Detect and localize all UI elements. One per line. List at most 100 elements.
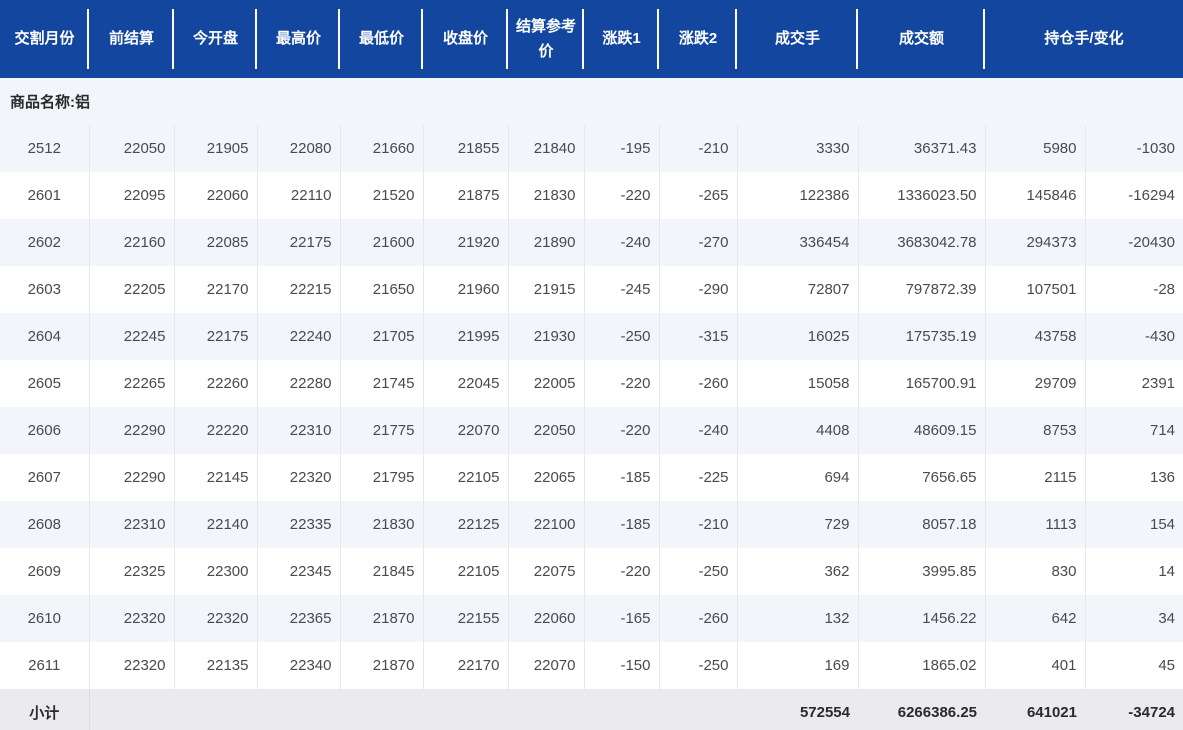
table-header: 交割月份 前结算 今开盘 最高价 最低价 收盘价 结算参考价 涨跌1 涨跌2 成… [0, 0, 1183, 78]
cell-open: 22145 [174, 454, 258, 501]
cell-open-interest: 5980 [985, 125, 1086, 172]
cell-close: 22045 [423, 360, 509, 407]
cell-low: 21600 [340, 219, 424, 266]
cell-oi-change: -16294 [1085, 172, 1183, 219]
cell-volume: 694 [737, 454, 859, 501]
cell-month: 2607 [0, 454, 90, 501]
cell-oi-change: 45 [1085, 642, 1183, 689]
cell-settlement-ref: 21840 [508, 125, 585, 172]
col-header-change1: 涨跌1 [584, 0, 659, 78]
cell-volume: 72807 [737, 266, 859, 313]
futures-quotes-table: 交割月份 前结算 今开盘 最高价 最低价 收盘价 结算参考价 涨跌1 涨跌2 成… [0, 0, 1183, 730]
cell-oi-change: -1030 [1085, 125, 1183, 172]
cell-volume: 169 [737, 642, 859, 689]
subtotal-row: 小计 572554 6266386.25 641021 -34724 [0, 689, 1183, 730]
cell-prev-settlement: 22160 [89, 219, 175, 266]
cell-settlement-ref: 22065 [508, 454, 585, 501]
cell-open-interest: 1113 [985, 501, 1086, 548]
cell-volume: 3330 [737, 125, 859, 172]
cell-low: 21520 [340, 172, 424, 219]
cell-open: 22220 [174, 407, 258, 454]
cell-high: 22280 [257, 360, 341, 407]
cell-change2: -315 [659, 313, 738, 360]
cell-volume: 132 [737, 595, 859, 642]
contract-row: 2610 22320 22320 22365 21870 22155 22060 -165 -2… [0, 595, 1183, 642]
cell-change2: -260 [659, 360, 738, 407]
product-name-row: 商品名称:铝 [0, 78, 1183, 125]
product-name-label: 商品名称:铝 [0, 78, 1183, 125]
cell-change2: -270 [659, 219, 738, 266]
cell-close: 21995 [423, 313, 509, 360]
cell-change1: -185 [584, 501, 660, 548]
cell-open: 22060 [174, 172, 258, 219]
contract-row: 2609 22325 22300 22345 21845 22105 22075 -220 -2… [0, 548, 1183, 595]
col-header-prev-settlement: 前结算 [89, 0, 174, 78]
cell-change1: -250 [584, 313, 660, 360]
cell-month: 2512 [0, 125, 90, 172]
contract-row: 2606 22290 22220 22310 21775 22070 22050 -220 -2… [0, 407, 1183, 454]
cell-close: 22105 [423, 548, 509, 595]
contract-row: 2603 22205 22170 22215 21650 21960 21915 -245 -2… [0, 266, 1183, 313]
cell-open: 22135 [174, 642, 258, 689]
cell-high: 22240 [257, 313, 341, 360]
cell-low: 21705 [340, 313, 424, 360]
cell-open-interest: 642 [985, 595, 1086, 642]
cell-turnover: 7656.65 [858, 454, 986, 501]
cell-change2: -225 [659, 454, 738, 501]
cell-prev-settlement: 22310 [89, 501, 175, 548]
cell-change2: -250 [659, 642, 738, 689]
cell-oi-change: 136 [1085, 454, 1183, 501]
cell-close: 22105 [423, 454, 509, 501]
cell-high: 22215 [257, 266, 341, 313]
subtotal-turnover: 6266386.25 [858, 689, 985, 730]
cell-turnover: 1336023.50 [858, 172, 986, 219]
cell-low: 21830 [340, 501, 424, 548]
cell-close: 21960 [423, 266, 509, 313]
cell-prev-settlement: 22320 [89, 642, 175, 689]
cell-turnover: 175735.19 [858, 313, 986, 360]
cell-low: 21660 [340, 125, 424, 172]
cell-turnover: 1865.02 [858, 642, 986, 689]
cell-month: 2611 [0, 642, 90, 689]
cell-close: 21855 [423, 125, 509, 172]
cell-volume: 729 [737, 501, 859, 548]
cell-settlement-ref: 21890 [508, 219, 585, 266]
cell-settlement-ref: 21830 [508, 172, 585, 219]
cell-oi-change: 2391 [1085, 360, 1183, 407]
cell-prev-settlement: 22265 [89, 360, 175, 407]
cell-settlement-ref: 21930 [508, 313, 585, 360]
subtotal-open-interest: 641021 [985, 689, 1085, 730]
cell-close: 22125 [423, 501, 509, 548]
col-header-close: 收盘价 [423, 0, 508, 78]
cell-low: 21775 [340, 407, 424, 454]
cell-month: 2605 [0, 360, 90, 407]
cell-settlement-ref: 22100 [508, 501, 585, 548]
cell-turnover: 3995.85 [858, 548, 986, 595]
cell-change1: -220 [584, 548, 660, 595]
table-body: 商品名称:铝 [0, 78, 1183, 125]
table-data-rows: 2512 22050 21905 22080 21660 21855 21840 -195 -2… [0, 125, 1183, 689]
cell-close: 21875 [423, 172, 509, 219]
cell-prev-settlement: 22095 [89, 172, 175, 219]
cell-month: 2602 [0, 219, 90, 266]
cell-high: 22340 [257, 642, 341, 689]
cell-settlement-ref: 22050 [508, 407, 585, 454]
cell-change2: -210 [659, 125, 738, 172]
cell-close: 22170 [423, 642, 509, 689]
cell-open: 22175 [174, 313, 258, 360]
cell-turnover: 1456.22 [858, 595, 986, 642]
cell-high: 22335 [257, 501, 341, 548]
cell-close: 21920 [423, 219, 509, 266]
col-header-volume: 成交手 [737, 0, 858, 78]
cell-turnover: 36371.43 [858, 125, 986, 172]
cell-change1: -240 [584, 219, 660, 266]
cell-change1: -150 [584, 642, 660, 689]
cell-change1: -185 [584, 454, 660, 501]
cell-open: 22170 [174, 266, 258, 313]
cell-low: 21870 [340, 595, 424, 642]
contract-row: 2512 22050 21905 22080 21660 21855 21840 -195 -2… [0, 125, 1183, 172]
cell-open-interest: 43758 [985, 313, 1086, 360]
cell-oi-change: -28 [1085, 266, 1183, 313]
col-header-low: 最低价 [340, 0, 423, 78]
cell-open: 22085 [174, 219, 258, 266]
